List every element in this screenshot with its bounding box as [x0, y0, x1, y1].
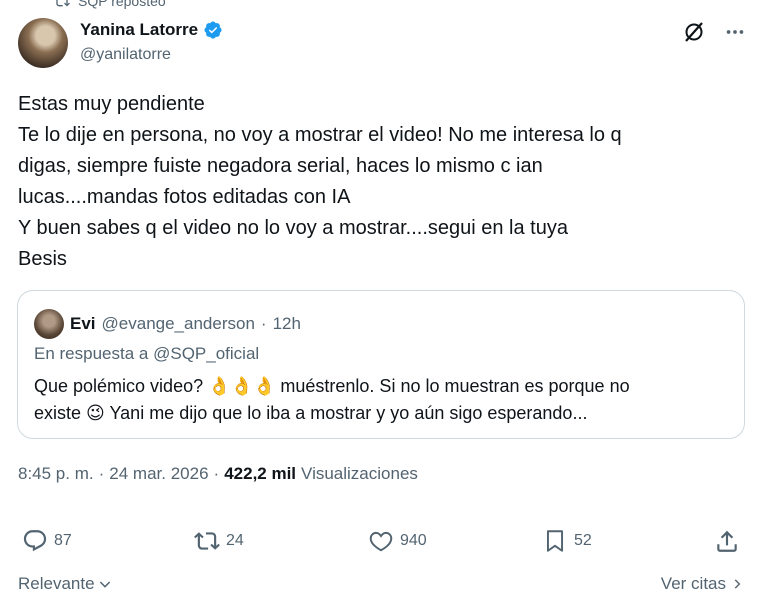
post-time[interactable]: 8:45 p. m. — [18, 464, 94, 484]
repost-indicator[interactable]: SQP reposteó — [54, 0, 166, 9]
action-bar: 87 24 940 52 — [22, 528, 742, 558]
reply-prefix: En respuesta a — [34, 344, 149, 363]
quoted-author-avatar — [34, 309, 64, 339]
repost-count: 24 — [226, 532, 244, 549]
view-quotes-label: Ver citas — [660, 574, 726, 593]
bookmark-button[interactable]: 52 — [542, 528, 592, 554]
quoted-author-handle: @evange_anderson — [101, 314, 255, 333]
post-line: Te lo dije en persona, no voy a mostrar … — [18, 124, 622, 146]
quoted-text-segment: muéstrenlo. Si no lo muestran es porque … — [280, 376, 630, 396]
author-avatar[interactable] — [18, 18, 68, 68]
post-meta: 8:45 p. m. · 24 mar. 2026 · 422,2 mil Vi… — [18, 464, 418, 484]
quoted-post-header: Evi @evange_anderson · 12h — [34, 309, 301, 339]
chevron-down-icon — [99, 581, 110, 588]
post-text: Estas muy pendiente Te lo dije en person… — [18, 89, 738, 275]
post-line: Y buen sabes q el video no lo voy a most… — [18, 217, 568, 239]
views-label: Visualizaciones — [301, 464, 418, 483]
quoted-text-segment: Que polémico video? — [34, 376, 204, 396]
like-button[interactable]: 940 — [368, 528, 427, 554]
reply-icon — [23, 530, 47, 552]
views-count: 422,2 mil — [224, 464, 297, 483]
repost-icon — [56, 0, 70, 7]
author-handle[interactable]: @yanilatorre — [80, 46, 171, 64]
quoted-post-text: Que polémico video? 👌👌👌 muéstrenlo. Si n… — [34, 373, 724, 427]
quoted-text-segment: existe — [34, 403, 82, 423]
chevron-right-icon — [734, 579, 741, 589]
reply-count: 87 — [54, 532, 72, 549]
wink-emoji-icon: 😉 — [86, 403, 105, 423]
reply-context: En respuesta a @SQP_oficial — [34, 344, 259, 364]
top-right-controls — [682, 20, 746, 44]
separator-dot: · — [213, 464, 220, 483]
sort-replies-dropdown[interactable]: Relevante — [18, 574, 113, 594]
share-button[interactable] — [714, 528, 740, 554]
author-name-row[interactable]: Yanina Latorre — [80, 20, 223, 40]
quoted-author-name: Evi — [70, 314, 96, 333]
reply-button[interactable]: 87 — [22, 528, 72, 554]
grok-icon[interactable] — [682, 20, 706, 44]
post-line: Estas muy pendiente — [18, 93, 205, 115]
post-line: Besis — [18, 248, 67, 270]
repost-label: SQP reposteó — [78, 0, 166, 9]
like-count: 940 — [400, 532, 427, 549]
view-quotes-link[interactable]: Ver citas — [661, 574, 744, 594]
repost-icon — [194, 532, 220, 550]
share-icon — [717, 530, 737, 552]
post-line: lucas....mandas fotos editadas con IA — [18, 186, 351, 208]
more-options-icon[interactable] — [724, 21, 746, 43]
author-name[interactable]: Yanina Latorre — [80, 20, 198, 40]
post-date[interactable]: 24 mar. 2026 — [109, 464, 208, 484]
heart-icon — [369, 531, 393, 552]
repost-button[interactable]: 24 — [194, 528, 244, 554]
ok-hand-emoji-icon: 👌👌👌 — [208, 376, 276, 396]
bookmark-count: 52 — [574, 532, 592, 549]
sort-label: Relevante — [18, 574, 95, 593]
verified-badge-icon[interactable] — [203, 20, 223, 40]
quoted-text-segment: Yani me dijo que lo iba a mostrar y yo a… — [109, 403, 588, 423]
separator-dot: · — [98, 464, 105, 483]
post-line: digas, siempre fuiste negadora serial, h… — [18, 155, 543, 177]
quoted-post[interactable]: Evi @evange_anderson · 12h En respuesta … — [17, 290, 745, 439]
reply-mention-link[interactable]: @SQP_oficial — [153, 344, 259, 363]
quoted-post-time: 12h — [272, 314, 301, 333]
separator-dot: · — [260, 314, 267, 333]
bookmark-icon — [546, 530, 564, 552]
